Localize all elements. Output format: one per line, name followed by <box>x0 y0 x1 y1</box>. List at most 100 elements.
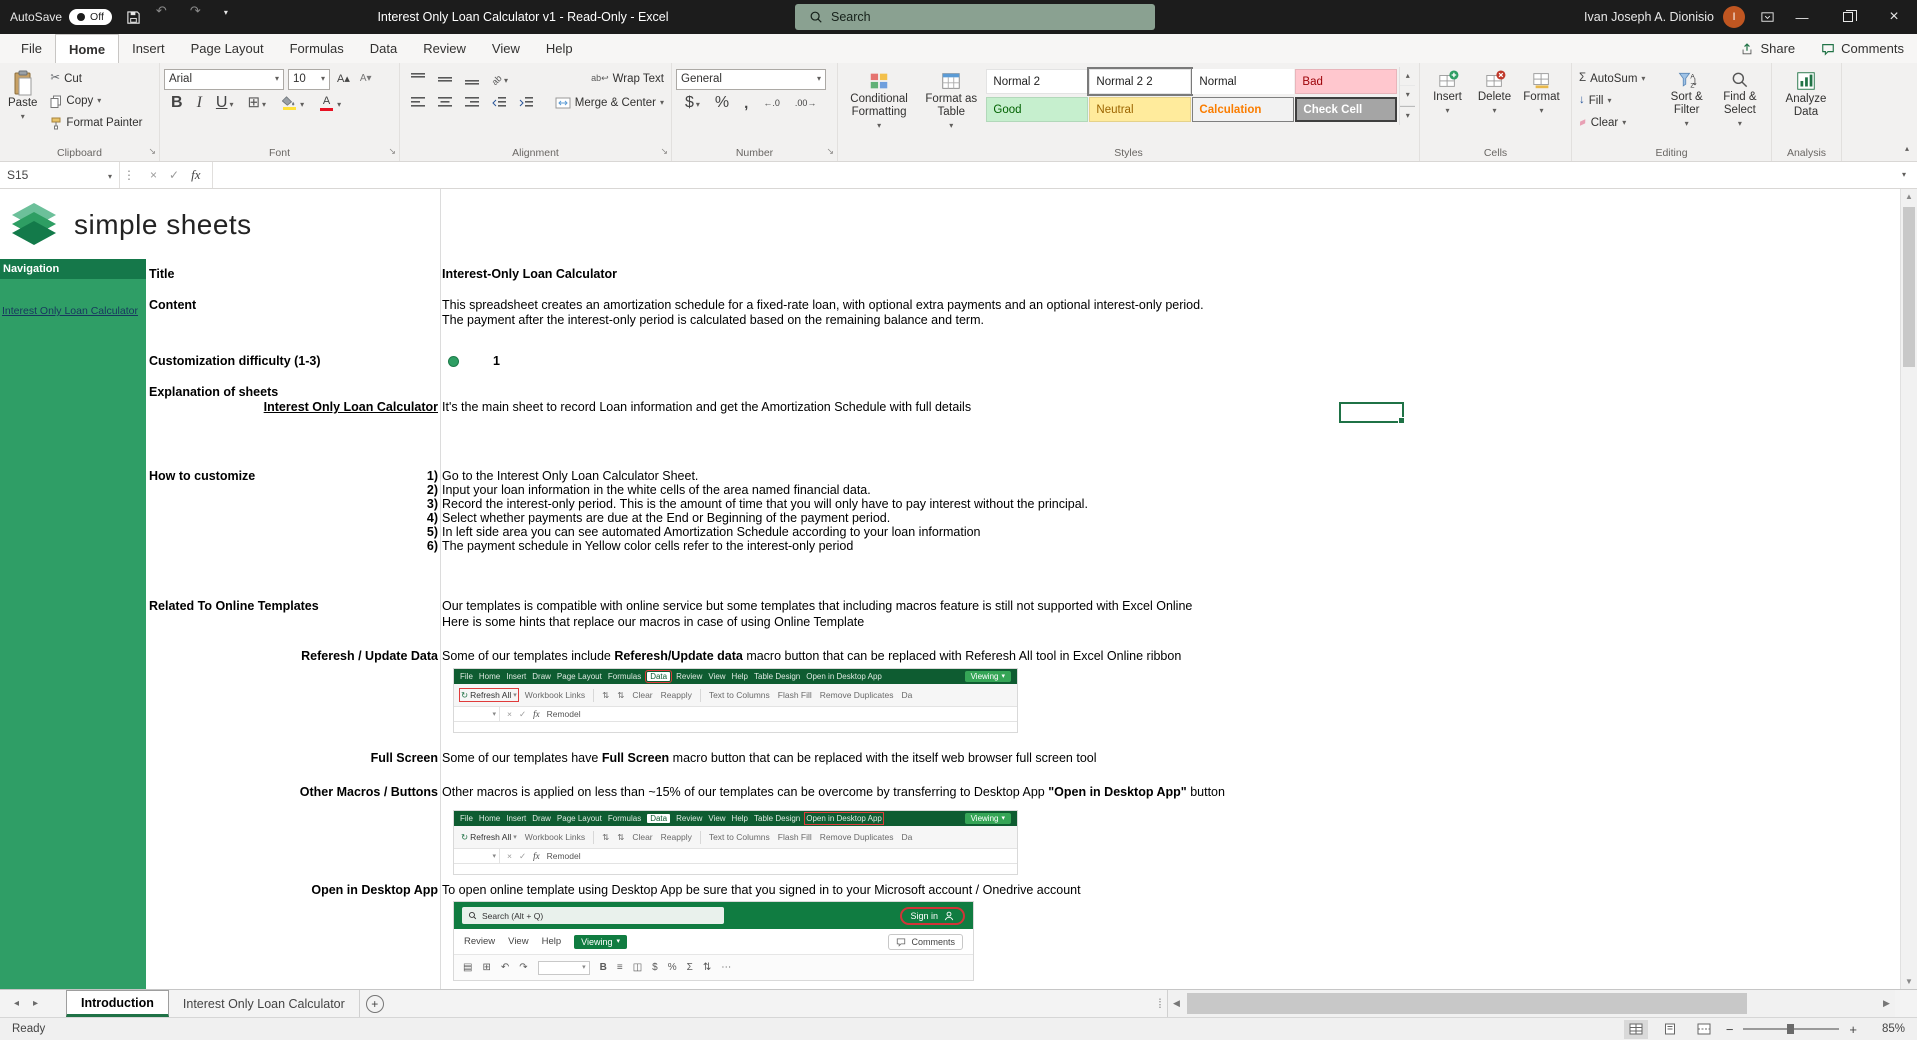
bottom-align-icon[interactable] <box>462 69 482 89</box>
sheet-link-label[interactable]: Interest Only Loan Calculator <box>149 400 438 415</box>
account-button[interactable]: Ivan Joseph A. Dionisio I <box>1574 6 1755 28</box>
share-button[interactable]: Share <box>1727 34 1808 63</box>
delete-cells-button[interactable]: Delete <box>1471 67 1518 119</box>
conditional-formatting-button[interactable]: Conditional Formatting <box>842 67 916 134</box>
style-good[interactable]: Good <box>986 97 1089 122</box>
scroll-left-icon[interactable]: ◀ <box>1168 998 1185 1009</box>
format-as-table-button[interactable]: Format as Table <box>916 67 986 134</box>
enter-icon[interactable] <box>169 169 179 181</box>
analyze-data-button[interactable]: Analyze Data <box>1776 67 1836 122</box>
style-normal-2-2[interactable]: Normal 2 2 <box>1087 67 1194 96</box>
align-left-icon[interactable] <box>408 93 428 113</box>
bold-button[interactable] <box>168 93 186 113</box>
gallery-up-icon[interactable] <box>1400 67 1416 87</box>
page-break-view-icon[interactable] <box>1692 1020 1716 1039</box>
quick-access-chevron-icon[interactable] <box>224 4 248 30</box>
percent-style-icon[interactable] <box>712 93 732 113</box>
scrollbar-thumb[interactable] <box>1903 207 1915 367</box>
tab-help[interactable]: Help <box>533 34 586 63</box>
style-calculation[interactable]: Calculation <box>1192 97 1295 122</box>
style-check-cell[interactable]: Check Cell <box>1295 97 1398 122</box>
tab-page-layout[interactable]: Page Layout <box>178 34 277 63</box>
middle-align-icon[interactable] <box>435 69 455 89</box>
style-normal-2[interactable]: Normal 2 <box>986 69 1089 94</box>
decrease-indent-icon[interactable] <box>489 93 509 113</box>
scroll-down-icon[interactable]: ▼ <box>1901 977 1917 986</box>
redo-icon[interactable] <box>190 4 214 30</box>
minimize-button[interactable]: — <box>1779 0 1825 34</box>
accounting-format-button[interactable] <box>682 93 703 113</box>
fill-button[interactable]: Fill <box>1576 91 1661 111</box>
align-right-icon[interactable] <box>462 93 482 113</box>
style-neutral[interactable]: Neutral <box>1089 97 1192 122</box>
style-bad[interactable]: Bad <box>1295 69 1398 94</box>
orientation-icon[interactable] <box>489 69 511 89</box>
zoom-slider[interactable] <box>1743 1024 1840 1034</box>
copy-button[interactable]: Copy <box>47 91 145 111</box>
number-format-select[interactable]: General <box>676 68 826 90</box>
insert-function-icon[interactable]: fx <box>191 167 200 183</box>
tab-scroll-right-icon[interactable]: ▸ <box>33 998 38 1009</box>
vertical-scrollbar[interactable]: ▲ ▼ <box>1900 189 1917 989</box>
borders-button[interactable] <box>244 93 269 113</box>
sheet-area[interactable]: simple sheets Navigation Interest Only L… <box>0 189 1917 989</box>
font-size-select[interactable]: 10 <box>288 68 330 90</box>
sheet-tab-interest-only-loan-calculator[interactable]: Interest Only Loan Calculator <box>169 990 360 1017</box>
close-button[interactable]: × <box>1871 0 1917 34</box>
tab-file[interactable]: File <box>8 34 55 63</box>
expand-formula-bar-icon[interactable] <box>1891 162 1917 188</box>
name-box[interactable]: S15 <box>0 162 120 188</box>
tab-home[interactable]: Home <box>54 34 120 63</box>
cut-button[interactable]: Cut <box>47 69 145 89</box>
search-box[interactable]: Search <box>795 4 1155 30</box>
dialog-launcher-icon[interactable] <box>388 142 396 158</box>
zoom-in-icon[interactable]: + <box>1849 1022 1857 1037</box>
normal-view-icon[interactable] <box>1623 1019 1648 1039</box>
dialog-launcher-icon[interactable] <box>660 142 668 158</box>
format-cells-button[interactable]: Format <box>1518 67 1565 119</box>
decrease-font-size-icon[interactable] <box>357 69 375 89</box>
scroll-up-icon[interactable]: ▲ <box>1901 192 1917 201</box>
style-normal[interactable]: Normal <box>1192 69 1295 94</box>
increase-decimal-icon[interactable] <box>760 93 783 113</box>
top-align-icon[interactable] <box>408 69 428 89</box>
font-family-select[interactable]: Arial <box>164 68 284 90</box>
tab-view[interactable]: View <box>479 34 533 63</box>
zoom-slider-thumb[interactable] <box>1787 1024 1795 1034</box>
comments-button[interactable]: Comments <box>1808 34 1917 63</box>
formula-input[interactable] <box>213 162 1891 188</box>
cancel-icon[interactable] <box>150 169 157 181</box>
fill-color-button[interactable] <box>277 93 307 113</box>
align-center-icon[interactable] <box>435 93 455 113</box>
scrollbar-thumb[interactable] <box>1187 993 1747 1014</box>
undo-icon[interactable] <box>156 4 180 30</box>
tab-insert[interactable]: Insert <box>119 34 178 63</box>
scroll-right-icon[interactable]: ▶ <box>1878 998 1895 1009</box>
horizontal-scrollbar[interactable]: ◀ ▶ <box>1167 990 1895 1017</box>
clear-button[interactable]: Clear <box>1576 113 1661 133</box>
ribbon-display-options-icon[interactable] <box>1755 4 1779 30</box>
sort-filter-button[interactable]: AZ Sort & Filter <box>1661 67 1713 133</box>
gallery-more-icon[interactable] <box>1400 105 1416 125</box>
new-sheet-button[interactable]: + <box>360 990 390 1017</box>
insert-cells-button[interactable]: Insert <box>1424 67 1471 119</box>
selected-cell[interactable] <box>1339 402 1405 424</box>
tab-formulas[interactable]: Formulas <box>277 34 357 63</box>
find-select-button[interactable]: Find & Select <box>1713 67 1767 133</box>
increase-font-size-icon[interactable] <box>334 69 353 89</box>
gallery-down-icon[interactable] <box>1400 86 1416 106</box>
dialog-launcher-icon[interactable] <box>148 142 156 158</box>
tab-data[interactable]: Data <box>357 34 410 63</box>
increase-indent-icon[interactable] <box>516 93 536 113</box>
collapse-ribbon-icon[interactable] <box>1905 139 1909 155</box>
merge-center-button[interactable]: Merge & Center <box>552 93 667 113</box>
page-layout-view-icon[interactable] <box>1658 1020 1682 1039</box>
tab-splitter-handle[interactable]: ⁞ <box>1153 990 1167 1017</box>
decrease-decimal-icon[interactable] <box>792 93 820 113</box>
restore-button[interactable] <box>1825 0 1871 34</box>
underline-button[interactable] <box>213 93 237 113</box>
dialog-launcher-icon[interactable] <box>826 142 834 158</box>
wrap-text-button[interactable]: Wrap Text <box>588 69 667 89</box>
autosave-toggle[interactable]: AutoSave Off <box>10 9 112 25</box>
zoom-out-icon[interactable]: − <box>1726 1022 1734 1037</box>
